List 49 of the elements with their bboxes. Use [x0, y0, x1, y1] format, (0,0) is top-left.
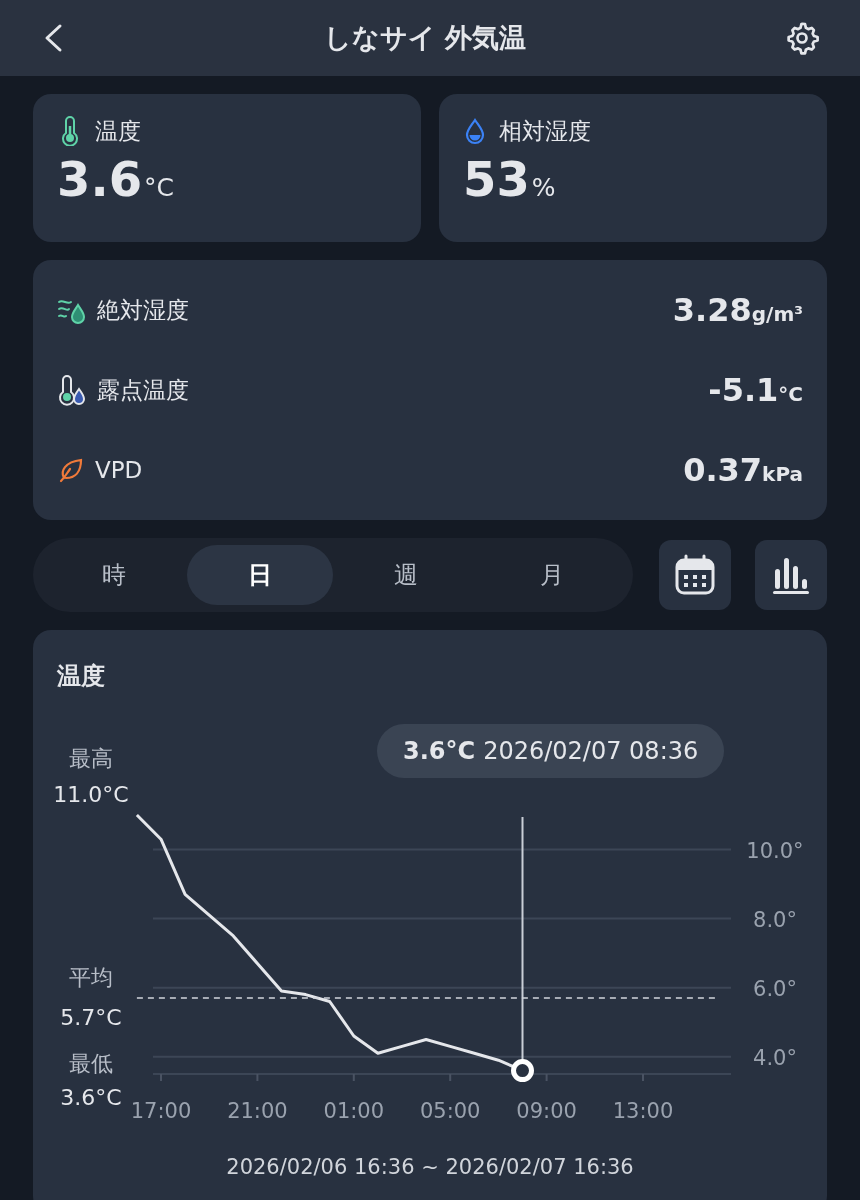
stat-label: 平均 — [69, 965, 113, 990]
metric-value: 0.37 — [683, 450, 763, 491]
bar-chart-icon — [771, 555, 811, 595]
x-axis-label: 21:00 — [227, 1099, 288, 1123]
x-axis-label: 13:00 — [612, 1099, 674, 1123]
stat-value: 11.0°C — [53, 782, 129, 807]
reading-value: 3.6 — [57, 154, 143, 203]
page-title: しなサイ 外気温 — [323, 20, 527, 55]
reading-unit: % — [531, 171, 556, 204]
settings-icon[interactable] — [784, 20, 820, 56]
water-drop-icon — [463, 117, 487, 146]
metric-value: -5.1 — [708, 370, 779, 411]
metric-label: 露点温度 — [97, 375, 189, 405]
y-axis-label: 8.0° — [753, 907, 797, 932]
tooltip-time: 2026/02/07 08:36 — [483, 736, 699, 767]
metric-value: 3.28 — [672, 290, 752, 331]
calendar-icon — [674, 554, 716, 596]
metric-unit: kPa — [762, 461, 803, 488]
y-axis-label: 10.0° — [746, 838, 804, 863]
chart-type-button[interactable] — [755, 540, 827, 610]
period-tab[interactable]: 月 — [479, 545, 625, 605]
card-label: 相対湿度 — [499, 117, 591, 146]
reading-unit: °C — [144, 171, 174, 204]
y-axis-label: 4.0° — [753, 1045, 797, 1070]
date-range: 2026/02/06 16:36 ~ 2026/02/07 16:36 — [225, 1154, 635, 1181]
chart-title: 温度 — [57, 661, 105, 692]
stat-label: 最低 — [69, 1051, 113, 1076]
y-axis-label: 6.0° — [753, 976, 797, 1001]
reading-value: 53 — [463, 154, 530, 203]
x-axis-label: 01:00 — [323, 1099, 385, 1123]
metric-unit: g/m³ — [751, 302, 803, 328]
metric-label: 絶対湿度 — [97, 295, 189, 325]
card-label: 温度 — [95, 117, 141, 146]
x-axis-label: 05:00 — [419, 1099, 481, 1123]
metric-label: VPD — [95, 455, 143, 485]
stat-value: 3.6°C — [60, 1085, 122, 1110]
calendar-button[interactable] — [659, 540, 731, 610]
metric-unit: °C — [778, 381, 803, 408]
stat-label: 最高 — [69, 746, 113, 771]
tooltip-value: 3.6°C — [403, 736, 476, 767]
x-axis-label: 17:00 — [130, 1099, 192, 1123]
x-axis-label: 09:00 — [516, 1099, 577, 1123]
thermometer-drop-icon — [57, 374, 87, 406]
period-tab[interactable]: 週 — [333, 545, 479, 605]
period-tab[interactable]: 時 — [41, 545, 187, 605]
period-tab[interactable]: 日 — [187, 545, 333, 605]
leaf-icon — [57, 456, 85, 484]
stat-value: 5.7°C — [60, 1005, 122, 1030]
cursor-marker — [511, 1059, 534, 1083]
